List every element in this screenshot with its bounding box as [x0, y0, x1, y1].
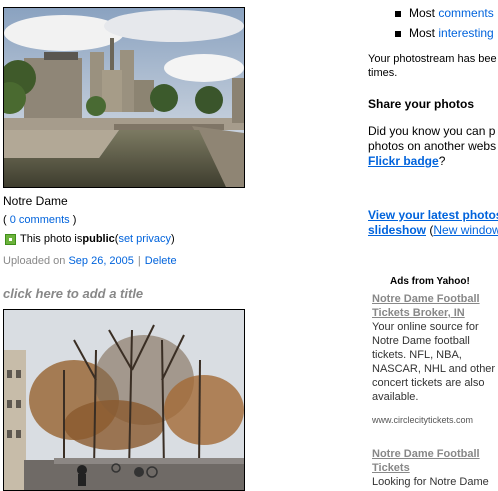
comments-line: ( 0 comments ) — [3, 214, 76, 226]
most-comments-link[interactable]: comments — [438, 6, 493, 20]
ad-body-line: concert tickets are also — [372, 377, 485, 389]
privacy-paren-close: ) — [171, 233, 175, 245]
popular-list: Most comments Most interesting — [395, 4, 494, 44]
comments-paren-close: ) — [69, 214, 77, 226]
view-latest-photos-link[interactable]: View your latest photos — [368, 208, 498, 222]
ad-title-line[interactable]: Notre Dame Football — [372, 447, 496, 461]
privacy-line: This photo is public ( set privacy ) — [5, 233, 175, 245]
badge-text-2: photos on another webs — [368, 139, 497, 153]
photostream-text-2: times. — [368, 67, 398, 79]
ad-body-line: NASCAR, NHL and other — [372, 363, 496, 375]
badge-link-line: Flickr badge? — [368, 154, 498, 169]
uploaded-date-link[interactable]: Sep 26, 2005 — [68, 255, 133, 267]
ad-title-line[interactable]: Tickets Broker, IN — [372, 306, 496, 320]
badge-text-1: Did you know you can p — [368, 124, 496, 138]
most-interesting-link[interactable]: interesting — [438, 26, 493, 40]
ad-url[interactable]: www.circlecitytickets.com — [372, 413, 496, 427]
uploaded-label: Uploaded on — [3, 255, 69, 267]
ad-title-line[interactable]: Tickets — [372, 461, 496, 475]
ad-title[interactable]: Notre Dame Football Tickets — [372, 447, 496, 475]
ad-body-line: Your online source for — [372, 321, 479, 333]
ad-body-line: available. — [372, 391, 419, 403]
share-heading: Share your photos — [368, 97, 475, 111]
photo-autumn-trees-image — [4, 310, 244, 490]
privacy-status: public — [82, 233, 115, 245]
ads-heading: Ads from Yahoo! — [390, 276, 470, 287]
privacy-prefix: This photo is — [20, 233, 83, 245]
list-item-prefix: Most — [409, 26, 436, 40]
photo-notre-dame[interactable] — [3, 7, 245, 188]
list-item-prefix: Most — [409, 6, 436, 20]
ad-item[interactable]: Notre Dame Football Tickets Broker, IN Y… — [372, 292, 496, 427]
badge-suffix: ? — [438, 154, 446, 168]
ad-body-line: Looking for Notre Dame — [372, 476, 489, 488]
ad-title[interactable]: Notre Dame Football Tickets Broker, IN — [372, 292, 496, 320]
photo-title: Notre Dame — [3, 194, 68, 208]
ad-body: Your online source for Notre Dame footba… — [372, 320, 496, 404]
new-window-link[interactable]: New window — [433, 223, 498, 237]
list-item: Most interesting — [395, 24, 494, 44]
photo-notre-dame-image — [4, 8, 244, 187]
ad-body-line: Notre Dame football — [372, 335, 470, 347]
list-item: Most comments — [395, 4, 494, 24]
slideshow-block: View your latest photos slideshow (New w… — [368, 208, 498, 238]
bullet-icon — [395, 30, 401, 37]
flickr-badge-link[interactable]: Flickr badge — [368, 154, 439, 168]
upload-info: Uploaded on Sep 26, 2005 | Delete — [3, 255, 177, 267]
photostream-text-1: Your photostream has bee — [368, 53, 497, 65]
badge-info: Did you know you can p photos on another… — [368, 124, 498, 169]
ad-item[interactable]: Notre Dame Football Tickets Looking for … — [372, 447, 496, 489]
photo-autumn-trees[interactable] — [3, 309, 245, 491]
photostream-info: Your photostream has bee times. — [368, 52, 498, 80]
ad-title-line[interactable]: Notre Dame Football — [372, 292, 496, 306]
add-title-prompt[interactable]: click here to add a title — [3, 286, 143, 301]
bullet-icon — [395, 10, 401, 17]
comments-link[interactable]: 0 comments — [10, 214, 70, 226]
separator: | — [137, 255, 141, 267]
set-privacy-link[interactable]: set privacy — [118, 233, 171, 245]
slideshow-link[interactable]: slideshow — [368, 223, 426, 237]
public-icon — [5, 233, 16, 245]
ad-body-line: tickets. NFL, NBA, — [372, 349, 462, 361]
ad-body: Looking for Notre Dame — [372, 475, 496, 489]
comments-paren-open: ( — [3, 214, 10, 226]
delete-link[interactable]: Delete — [145, 255, 177, 267]
